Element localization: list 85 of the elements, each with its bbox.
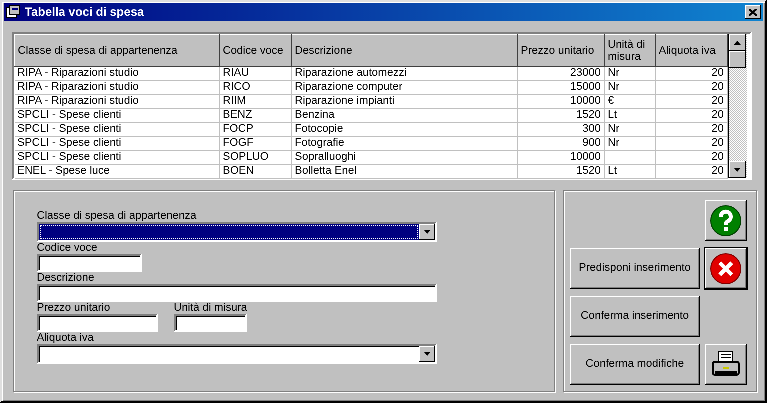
command-button[interactable]: Predisponi inserimento	[570, 248, 700, 289]
window-icon	[6, 5, 21, 19]
input-field[interactable]	[37, 254, 142, 272]
table-cell: SPCLI - Spese clienti	[18, 137, 122, 149]
input-field[interactable]	[37, 314, 158, 332]
table-cell: RIPA - Riparazioni studio	[18, 95, 139, 107]
column-header[interactable]: Descrizione	[292, 34, 518, 66]
field-label: Descrizione	[37, 272, 96, 284]
down-arrow-icon	[734, 168, 741, 172]
field-label: Aliquota iva	[37, 332, 95, 344]
column-header[interactable]: Classe di spesa di appartenenza	[14, 34, 220, 66]
table-cell: ENEL - Spese luce	[18, 165, 110, 177]
table-cell: 23000	[570, 67, 601, 79]
caret-icon	[424, 352, 430, 356]
table-cell: 20	[712, 81, 724, 93]
dropdown-field[interactable]	[37, 222, 437, 242]
table-cell: Sopralluoghi	[295, 151, 356, 163]
dropdown-field[interactable]	[37, 344, 437, 364]
field-label: Classe di spesa di appartenenza	[37, 210, 198, 222]
table-cell: Benzina	[295, 109, 335, 121]
field-label: Prezzo unitario	[37, 302, 112, 314]
table-cell: Riparazione impianti	[295, 95, 395, 107]
help-icon	[710, 204, 742, 236]
command-button[interactable]: Conferma inserimento	[570, 296, 700, 337]
table-cell: RIAU	[223, 67, 250, 79]
table-cell: 900	[582, 137, 601, 149]
table-cell: Nr	[608, 123, 620, 135]
table-cell: BENZ	[223, 109, 252, 121]
close-icon	[749, 8, 757, 16]
up-arrow-icon	[734, 40, 741, 44]
table-cell: FOCP	[223, 123, 254, 135]
table-cell: 10000	[570, 151, 601, 163]
table-cell: BOEN	[223, 165, 254, 177]
column-header[interactable]: Prezzo unitario	[518, 34, 604, 66]
table-cell: Nr	[608, 67, 620, 79]
table-cell: SPCLI - Spese clienti	[18, 123, 122, 135]
table-cell: Riparazione automezzi	[295, 67, 407, 79]
scrollbar[interactable]	[728, 34, 747, 178]
column-header[interactable]: Aliquota iva	[656, 34, 728, 66]
close-button[interactable]	[745, 5, 761, 19]
scroll-down-button[interactable]	[729, 161, 746, 178]
table-cell: 15000	[570, 81, 601, 93]
table-cell: 20	[712, 95, 724, 107]
table-cell: SPCLI - Spese clienti	[18, 109, 122, 121]
input-field[interactable]	[37, 284, 437, 302]
table-cell: Nr	[608, 81, 620, 93]
input-field[interactable]	[174, 314, 247, 332]
table-cell: 20	[712, 137, 724, 149]
table-cell: 1520	[576, 165, 601, 177]
table-cell: FOGF	[223, 137, 254, 149]
table-cell: €	[608, 95, 614, 107]
table-cell: 1520	[576, 109, 601, 121]
scroll-up-button[interactable]	[729, 34, 746, 51]
table-cell: 20	[712, 67, 724, 79]
table-cell: SPCLI - Spese clienti	[18, 151, 122, 163]
help-button[interactable]	[705, 200, 747, 241]
table-cell: Riparazione computer	[295, 81, 403, 93]
table-cell: Lt	[608, 165, 618, 177]
table-cell: RIPA - Riparazioni studio	[18, 81, 139, 93]
table-cell: 20	[712, 151, 724, 163]
table-cell: RIIM	[223, 95, 246, 107]
table-cell: RIPA - Riparazioni studio	[18, 67, 139, 79]
table-cell: SOPLUO	[223, 151, 269, 163]
table-cell: 20	[712, 123, 724, 135]
table-cell: 20	[712, 165, 724, 177]
scroll-thumb[interactable]	[729, 51, 746, 68]
table-cell: 10000	[570, 95, 601, 107]
table-cell: Fotocopie	[295, 123, 344, 135]
print-button[interactable]	[705, 344, 747, 385]
table-cell: Fotografie	[295, 137, 345, 149]
field-label: Unità di misura	[174, 302, 248, 314]
command-button[interactable]: Conferma modifiche	[570, 344, 700, 385]
caret-icon	[424, 230, 430, 234]
field-label: Codice voce	[37, 242, 99, 254]
window-title: Tabella voci di spesa	[25, 4, 144, 21]
table-cell: Lt	[608, 109, 618, 121]
table-cell: RICO	[223, 81, 250, 93]
column-header[interactable]: Codice voce	[220, 34, 292, 66]
table-cell: Nr	[608, 137, 620, 149]
table-cell: Bolletta Enel	[295, 165, 357, 177]
cancel-button[interactable]	[705, 248, 747, 289]
cancel-icon	[710, 252, 742, 284]
table-cell: 300	[582, 123, 601, 135]
column-header[interactable]: Unità di misura	[604, 34, 656, 66]
table-cell: 20	[712, 109, 724, 121]
